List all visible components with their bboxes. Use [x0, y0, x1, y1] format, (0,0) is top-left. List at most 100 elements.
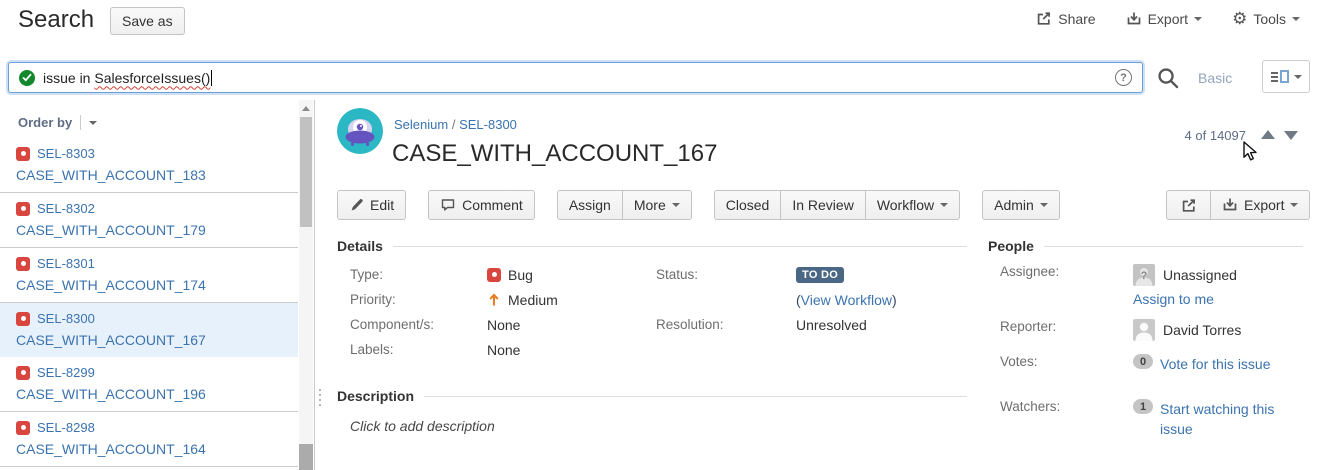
search-icon[interactable] [1155, 65, 1181, 91]
assignee-label: Assignee: [988, 264, 1133, 307]
edit-button[interactable]: Edit [337, 190, 406, 220]
share-icon [1180, 197, 1197, 214]
previous-issue-button[interactable] [1261, 123, 1275, 139]
divider [424, 396, 967, 397]
bug-icon [16, 257, 30, 271]
pencil-icon [349, 198, 364, 213]
status-badge: TO DO [796, 267, 844, 283]
pager-position: 4 of 14097 [1185, 128, 1246, 143]
issue-summary-link[interactable]: CASE_WITH_ACCOUNT_164 [16, 441, 288, 457]
votes-label: Votes: [988, 354, 1133, 374]
breadcrumb-project-link[interactable]: Selenium [394, 117, 448, 132]
reporter-label: Reporter: [988, 319, 1133, 341]
layout-switcher-button[interactable] [1262, 60, 1310, 93]
scroll-up-button[interactable] [299, 100, 313, 116]
order-by-label: Order by [18, 115, 72, 130]
issue-toolbar: Edit Comment Assign More Closed In Revie… [337, 190, 1060, 220]
page-title: Search [18, 6, 94, 34]
caret-down-icon [1294, 75, 1302, 83]
triangle-up-icon [302, 102, 310, 111]
closed-transition-button[interactable]: Closed [714, 190, 781, 220]
more-button[interactable]: More [622, 190, 692, 220]
caret-down-icon [1194, 17, 1202, 25]
share-menu[interactable]: Share [1035, 10, 1095, 27]
components-value: None [487, 312, 643, 337]
save-as-button[interactable]: Save as [110, 7, 185, 35]
list-item[interactable]: SEL-8302 CASE_WITH_ACCOUNT_179 [0, 193, 298, 248]
issue-summary-link[interactable]: CASE_WITH_ACCOUNT_174 [16, 277, 288, 293]
basic-mode-link[interactable]: Basic [1198, 70, 1232, 86]
priority-medium-icon [487, 292, 501, 307]
export-issue-button[interactable]: Export [1210, 190, 1310, 220]
workflow-button-group: Closed In Review Workflow [714, 190, 960, 220]
share-issue-button[interactable] [1166, 190, 1210, 220]
watch-link[interactable]: Start watching this issue [1160, 399, 1293, 439]
header-actions: Share Export ⚙ Tools [1035, 10, 1300, 27]
watchers-count-badge: 1 [1133, 399, 1153, 414]
comment-bubble-icon [440, 197, 456, 213]
scrollbar-thumb[interactable] [300, 117, 312, 227]
resolution-value: Unresolved [796, 312, 967, 337]
labels-value: None [487, 337, 643, 362]
description-placeholder[interactable]: Click to add description [350, 418, 967, 434]
panel-resize-grip[interactable] [319, 389, 321, 406]
scroll-down-button[interactable] [299, 444, 313, 470]
votes-count-badge: 0 [1133, 354, 1153, 369]
share-icon [1035, 10, 1052, 27]
tools-menu[interactable]: ⚙ Tools [1232, 10, 1300, 27]
bug-icon [16, 312, 30, 326]
issue-summary-link[interactable]: CASE_WITH_ACCOUNT_167 [16, 332, 288, 348]
view-workflow-link[interactable]: View Workflow [801, 292, 892, 308]
issue-key-link[interactable]: SEL-8299 [37, 365, 95, 380]
workflow-button[interactable]: Workflow [865, 190, 960, 220]
share-export-group: Export [1166, 190, 1310, 220]
jql-query-text: issue in SalesforceIssues() [43, 70, 212, 86]
details-section: Details Type: Bug Status: TO DO Priority… [337, 238, 967, 362]
bug-icon [16, 366, 30, 380]
sidebar-scrollbar[interactable] [299, 100, 313, 470]
panel-divider [314, 100, 315, 470]
assign-to-me-link[interactable]: Assign to me [1133, 291, 1214, 307]
list-item[interactable]: SEL-8303 CASE_WITH_ACCOUNT_183 [0, 138, 298, 193]
people-heading: People [988, 238, 1303, 254]
issue-key-link[interactable]: SEL-8302 [37, 201, 95, 216]
bug-icon [16, 421, 30, 435]
in-review-transition-button[interactable]: In Review [780, 190, 864, 220]
project-avatar[interactable] [337, 108, 383, 154]
status-label: Status: [643, 262, 796, 287]
list-item-selected[interactable]: SEL-8300 CASE_WITH_ACCOUNT_167 [0, 303, 298, 357]
list-item[interactable]: SEL-8298 CASE_WITH_ACCOUNT_164 [0, 412, 298, 467]
vote-link[interactable]: Vote for this issue [1160, 354, 1271, 374]
list-item[interactable]: SEL-8299 CASE_WITH_ACCOUNT_196 [0, 357, 298, 412]
tools-label: Tools [1253, 11, 1286, 27]
order-by-dropdown[interactable]: Order by [18, 115, 97, 130]
export-icon [1126, 11, 1142, 27]
priority-value: Medium [508, 292, 558, 308]
bug-icon [16, 202, 30, 216]
jira-issue-navigator: Search Save as Share Export ⚙ Tools [0, 0, 1317, 470]
labels-label: Labels: [337, 337, 487, 362]
assignee-value: Unassigned [1163, 267, 1237, 283]
comment-button[interactable]: Comment [428, 190, 535, 220]
export-icon [1222, 197, 1238, 213]
issue-key-link[interactable]: SEL-8303 [37, 146, 95, 161]
divider [393, 246, 967, 247]
watchers-label: Watchers: [988, 399, 1133, 439]
caret-down-icon [89, 121, 97, 129]
admin-button[interactable]: Admin [982, 190, 1060, 220]
issue-summary-link[interactable]: CASE_WITH_ACCOUNT_196 [16, 386, 288, 402]
issue-key-link[interactable]: SEL-8300 [37, 311, 95, 326]
list-item[interactable]: SEL-8301 CASE_WITH_ACCOUNT_174 [0, 248, 298, 303]
divider [80, 115, 81, 130]
next-issue-button[interactable] [1284, 131, 1298, 147]
description-section: Description Click to add description [337, 388, 967, 434]
breadcrumb-issue-link[interactable]: SEL-8300 [459, 117, 517, 132]
syntax-help-icon[interactable]: ? [1115, 69, 1132, 86]
issue-key-link[interactable]: SEL-8301 [37, 256, 95, 271]
issue-key-link[interactable]: SEL-8298 [37, 420, 95, 435]
issue-summary-link[interactable]: CASE_WITH_ACCOUNT_183 [16, 167, 288, 183]
assign-button[interactable]: Assign [557, 190, 622, 220]
export-menu[interactable]: Export [1126, 11, 1202, 27]
issue-summary-link[interactable]: CASE_WITH_ACCOUNT_179 [16, 222, 288, 238]
jql-search-input[interactable]: issue in SalesforceIssues() ? [8, 62, 1143, 93]
